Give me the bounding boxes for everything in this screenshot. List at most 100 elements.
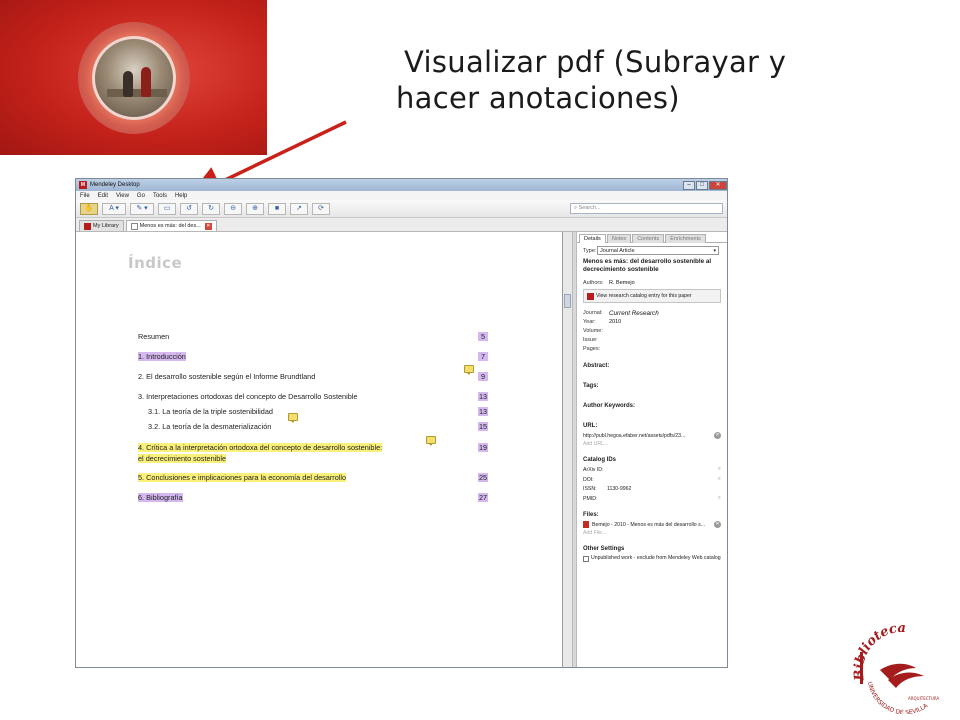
tab-enrichments[interactable]: Enrichments [665, 234, 706, 243]
scroll-thumb[interactable] [564, 294, 571, 308]
toc-text: 3. Interpretaciones ortodoxas del concep… [138, 392, 358, 401]
menu-tools[interactable]: Tools [153, 193, 167, 199]
issn-label: ISSN: [583, 486, 597, 492]
sync-button[interactable]: ⟳ [312, 202, 330, 215]
article-title[interactable]: Menos es más: del desarrollo sostenible … [583, 258, 713, 274]
slide-title: Visualizar pdf (Subrayar y hacer anotaci… [396, 44, 786, 116]
details-body: Type: Journal Article ▾ Menos es más: de… [577, 243, 727, 565]
pmid-row[interactable]: PMID: ⌕ [583, 495, 721, 502]
menu-bar: File Edit View Go Tools Help [76, 191, 727, 200]
tab-my-library[interactable]: My Library [79, 220, 124, 231]
sticky-note-icon[interactable] [426, 436, 436, 446]
issn-value[interactable]: 1130-9962 [607, 486, 631, 492]
zoom-in-button[interactable]: ⊕ [246, 202, 264, 215]
issue-label: Issue: [583, 337, 598, 343]
sticky-note-icon[interactable] [288, 413, 298, 423]
toc-text: 3.1. La teoría de la triple sostenibilid… [148, 407, 273, 416]
text-select-button[interactable]: A ▾ [102, 202, 126, 215]
zoom-out-button[interactable]: ⊖ [224, 202, 242, 215]
authors-value[interactable]: R. Bemejo [609, 280, 635, 286]
journal-label: Journal: [583, 310, 603, 316]
doi-row[interactable]: DOI: ⌕ [583, 476, 721, 483]
year-value[interactable]: 2010 [609, 319, 621, 325]
toc-page: 13 [478, 407, 488, 416]
toc-text-continued: el decrecimiento sostenible [138, 454, 227, 463]
menu-file[interactable]: File [80, 193, 90, 199]
library-icon [84, 222, 91, 230]
volume-label: Volume: [583, 328, 603, 334]
logo-text-side: ARQUITECTURA [908, 696, 940, 701]
clear-icon[interactable]: ✕ [714, 432, 721, 439]
url-row[interactable]: http://publ.hegoa.efaber.net/assets/pdfs… [583, 432, 721, 439]
rotate-left-button[interactable]: ↺ [180, 202, 198, 215]
file-name[interactable]: Bemejo - 2010 - Menos es más del desarro… [592, 522, 705, 528]
menu-help[interactable]: Help [175, 193, 187, 199]
volume-row[interactable]: Volume: [583, 327, 721, 335]
maximize-button[interactable]: □ [696, 180, 708, 190]
lookup-icon[interactable]: ⌕ [718, 476, 721, 483]
pdf-toolbar: ✋ A ▾ ✎ ▾ ▭ ↺ ↻ ⊖ ⊕ ■ ↗ ⟳ ⌕ Search... [76, 200, 727, 218]
toc-text: 6. Bibliografía [138, 493, 183, 502]
url-value[interactable]: http://publ.hegoa.efaber.net/assets/pdfs… [583, 433, 685, 439]
lookup-icon[interactable]: ⌕ [718, 495, 721, 502]
highlight-button[interactable]: ✎ ▾ [130, 202, 154, 215]
issue-row[interactable]: Issue: [583, 336, 721, 344]
close-window-button[interactable]: ✕ [709, 180, 727, 190]
add-note-button[interactable]: ▭ [158, 202, 176, 215]
pdf-viewer[interactable]: Índice Resumen 5 1. Introducción 7 2. El… [76, 232, 563, 667]
author-keywords-label: Author Keywords: [583, 403, 636, 409]
svg-text:Biblioteca: Biblioteca [852, 622, 906, 682]
main-content: Índice Resumen 5 1. Introducción 7 2. El… [76, 232, 727, 667]
lookup-icon[interactable]: ⌕ [718, 466, 721, 473]
pages-row[interactable]: Pages: [583, 345, 721, 353]
add-file-link[interactable]: Add File... [583, 530, 721, 536]
window-title: Mendeley Desktop [90, 182, 140, 188]
toc-page: 19 [478, 443, 488, 452]
minimize-button[interactable]: – [683, 180, 695, 190]
toc-text: 4. Crítica a la interpretación ortodoxa … [138, 443, 383, 452]
window-titlebar: M Mendeley Desktop – □ ✕ [76, 179, 727, 191]
mendeley-logo-icon: M [79, 181, 87, 189]
arxiv-label: ArXiv ID: [583, 466, 604, 473]
journal-value[interactable]: Current Research [609, 310, 659, 317]
hand-tool-button[interactable]: ✋ [80, 202, 98, 215]
tags-label: Tags: [583, 383, 599, 389]
file-row[interactable]: Bemejo - 2010 - Menos es más del desarro… [583, 521, 721, 528]
pdf-scrollbar[interactable] [563, 232, 573, 667]
details-tabs: Details Notes Contents Enrichments [577, 232, 727, 243]
fullscreen-button[interactable]: ■ [268, 202, 286, 215]
arxiv-row[interactable]: ArXiv ID: ⌕ [583, 466, 721, 473]
menu-go[interactable]: Go [137, 193, 145, 199]
remove-file-icon[interactable]: ✕ [714, 521, 721, 528]
journal-row: Journal: Current Research [583, 309, 721, 317]
issn-row[interactable]: ISSN: 1130-9962 [583, 486, 721, 492]
rotate-right-button[interactable]: ↻ [202, 202, 220, 215]
tab-details[interactable]: Details [579, 234, 606, 243]
unpublished-row[interactable]: Unpublished work - exclude from Mendeley… [583, 555, 721, 562]
menu-edit[interactable]: Edit [98, 193, 108, 199]
unpublished-checkbox[interactable] [583, 556, 589, 562]
close-tab-button[interactable]: ✕ [204, 222, 212, 230]
slide: Visualizar pdf (Subrayar y hacer anotaci… [0, 0, 960, 720]
authors-label: Authors: [583, 280, 604, 286]
tab-contents[interactable]: Contents [632, 234, 665, 243]
pdf-document-icon [130, 222, 138, 230]
toc-text: 5. Conclusiones e implicaciones para la … [138, 473, 347, 482]
other-settings-label: Other Settings [583, 546, 625, 552]
library-photo [92, 36, 176, 120]
tab-notes[interactable]: Notes [606, 234, 632, 243]
authors-row: Authors: R. Bemejo [583, 279, 721, 287]
view-catalog-button[interactable]: View research catalog entry for this pap… [583, 289, 721, 303]
porthole-photo-frame [78, 22, 190, 134]
add-url-link[interactable]: Add URL... [583, 441, 721, 447]
share-button[interactable]: ↗ [290, 202, 308, 215]
tab-open-document[interactable]: Menos es más: del des... ✕ [125, 220, 217, 231]
type-select[interactable]: Journal Article ▾ [597, 246, 719, 255]
year-label: Year: [583, 319, 596, 325]
mendeley-icon [587, 293, 594, 300]
logo-text-top: Biblioteca [852, 622, 906, 682]
search-input[interactable]: ⌕ Search... [570, 203, 723, 214]
tab-label: Menos es más: del des... [139, 223, 201, 229]
menu-view[interactable]: View [116, 193, 129, 199]
sticky-note-icon[interactable] [464, 365, 474, 375]
